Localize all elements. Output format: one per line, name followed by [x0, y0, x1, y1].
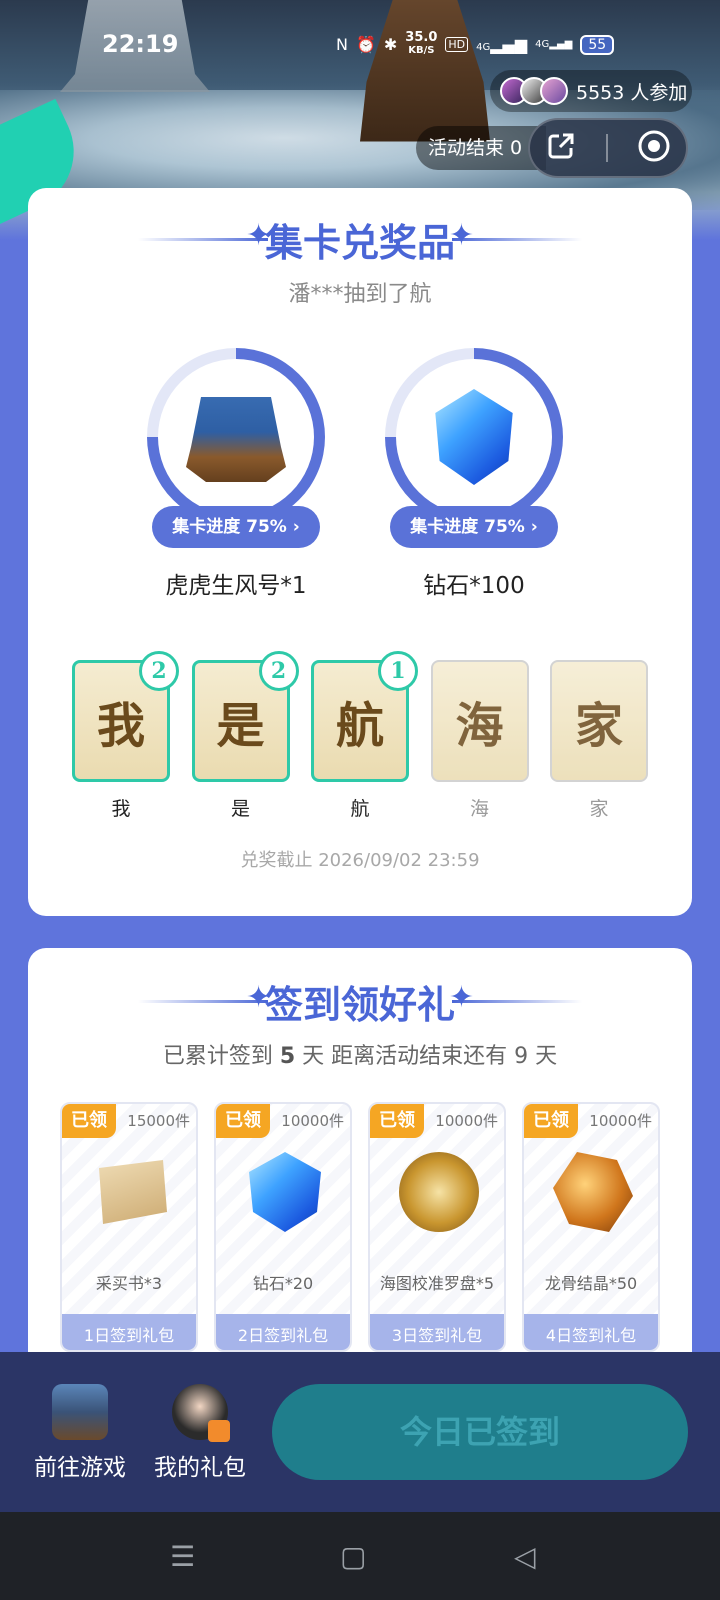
battery-icon: 55 — [580, 34, 615, 55]
character-card[interactable]: 我 2 我 — [72, 651, 179, 821]
ship-icon — [186, 397, 286, 482]
card-face: 海 — [430, 660, 529, 782]
gift-day: 4日签到礼包 — [524, 1314, 658, 1350]
stock-count: 10000件 — [589, 1112, 652, 1130]
gift-name: 采买书*3 — [95, 1274, 163, 1293]
menu-icon[interactable]: ☰ — [170, 1540, 195, 1573]
card-face: 我 2 — [72, 651, 179, 782]
card-face: 航 1 — [311, 651, 418, 782]
miniapp-capsule — [528, 118, 688, 178]
back-icon[interactable]: ◁ — [514, 1540, 536, 1573]
card-count-badge: 2 — [258, 651, 299, 691]
bottom-action-bar: 前往游戏 我的礼包 今日已签到 — [0, 1352, 720, 1512]
claimed-badge: 已领 — [370, 1104, 424, 1138]
activity-end-pill: 活动结束 0 — [416, 126, 546, 170]
character-card[interactable]: 海 海 — [430, 660, 529, 821]
diamond-icon — [435, 389, 513, 485]
character-card[interactable]: 航 1 航 — [311, 651, 418, 821]
gift-card[interactable]: 已领 10000件 龙骨结晶*50 4日签到礼包 — [522, 1102, 660, 1352]
card-face: 家 — [550, 660, 648, 782]
stock-count: 15000件 — [127, 1112, 190, 1130]
card-face: 是 2 — [191, 651, 299, 782]
title-decoration — [452, 1000, 582, 1003]
system-nav-bar: ☰ ▢ ◁ — [0, 1512, 720, 1600]
redeem-deadline: 兑奖截止 2026/09/02 23:59 — [240, 850, 480, 871]
prize-name: 虎虎生风号*1 — [165, 573, 307, 599]
alarm-icon: ⏰ — [355, 35, 376, 54]
bluetooth-icon: ✱ — [383, 35, 398, 54]
avatar — [540, 77, 568, 105]
star-icon: ✦ — [246, 980, 272, 1015]
claimed-badge: 已领 — [216, 1104, 270, 1138]
go-game-button[interactable]: 前往游戏 — [30, 1384, 130, 1482]
nfc-icon: N — [336, 35, 348, 54]
gift-name: 钻石*20 — [252, 1274, 314, 1293]
progress-ring — [147, 348, 325, 526]
prize-item[interactable]: 集卡进度 75% › 钻石*100 — [384, 348, 564, 600]
participant-avatars — [500, 77, 568, 105]
prize-name: 钻石*100 — [423, 573, 525, 599]
gem-icon — [249, 1152, 321, 1232]
status-time: 22:19 — [102, 30, 179, 58]
gift-name: 海图校准罗盘*5 — [379, 1274, 495, 1293]
star-icon: ✦ — [246, 218, 272, 253]
card-label: 航 — [350, 798, 370, 820]
my-gifts-button[interactable]: 我的礼包 — [150, 1384, 250, 1482]
title-decoration — [452, 238, 582, 241]
close-miniapp-icon[interactable] — [637, 129, 671, 168]
signin-summary: 已累计签到 5 天 距离活动结束还有 9 天 — [162, 1044, 558, 1069]
progress-button[interactable]: 集卡进度 75% › — [390, 506, 558, 548]
home-icon[interactable]: ▢ — [340, 1540, 366, 1573]
signal-icon: 4G▂▄▆ — [476, 35, 528, 54]
capsule-divider — [605, 134, 608, 162]
participants-count: 5553 人参加 — [576, 81, 688, 104]
gift-card[interactable]: 已领 10000件 钻石*20 2日签到礼包 — [214, 1102, 352, 1352]
collect-cards-section: ✦ 集卡兑奖品 ✦ 潘***抽到了航 集卡进度 75% › 虎虎生风号*1 集卡… — [28, 188, 692, 916]
stock-count: 10000件 — [281, 1112, 344, 1130]
stock-count: 10000件 — [435, 1112, 498, 1130]
signal-icon-2: 4G▂▄▆ — [535, 39, 573, 50]
signin-gifts: 已领 15000件 采买书*3 1日签到礼包 已领 10000件 钻石*20 2… — [60, 1102, 660, 1352]
gift-day: 1日签到礼包 — [62, 1314, 196, 1350]
section-title: ✦ 签到领好礼 ✦ — [28, 974, 692, 1029]
hd-icon: HD — [445, 37, 469, 52]
draw-ticker: 潘***抽到了航 — [288, 282, 432, 307]
status-icons: N ⏰ ✱ 35.0 KB/S HD 4G▂▄▆ 4G▂▄▆ 55 — [336, 30, 615, 57]
character-card[interactable]: 是 2 是 — [191, 651, 299, 821]
game-icon — [52, 1384, 108, 1440]
signed-today-button[interactable]: 今日已签到 — [272, 1384, 688, 1480]
card-count-badge: 2 — [139, 651, 179, 691]
claimed-badge: 已领 — [524, 1104, 578, 1138]
card-label: 我 — [111, 798, 131, 820]
card-label: 家 — [589, 798, 609, 820]
gift-card[interactable]: 已领 15000件 采买书*3 1日签到礼包 — [60, 1102, 198, 1352]
gift-day: 2日签到礼包 — [216, 1314, 350, 1350]
character-card[interactable]: 家 家 — [550, 660, 648, 821]
section-title: ✦ 集卡兑奖品 ✦ — [28, 212, 692, 267]
status-bar: 22:19 N ⏰ ✱ 35.0 KB/S HD 4G▂▄▆ 4G▂▄▆ 55 — [0, 30, 720, 60]
net-speed: 35.0 KB/S — [405, 30, 438, 56]
character-cards: 我 2 我 是 2 是 航 1 航 海 海 家 家 — [72, 651, 648, 821]
crystal-icon — [553, 1152, 633, 1232]
participants-pill: 5553 人参加 — [490, 70, 692, 112]
gift-card[interactable]: 已领 10000件 海图校准罗盘*5 3日签到礼包 — [368, 1102, 506, 1352]
claimed-badge: 已领 — [62, 1104, 116, 1138]
compass-icon — [399, 1152, 479, 1232]
gift-day: 3日签到礼包 — [370, 1314, 504, 1350]
progress-ring — [385, 348, 563, 526]
share-icon[interactable] — [545, 130, 577, 167]
star-icon: ✦ — [448, 218, 474, 253]
progress-button[interactable]: 集卡进度 75% › — [152, 506, 320, 548]
prize-item[interactable]: 集卡进度 75% › 虎虎生风号*1 — [146, 348, 326, 600]
card-count-badge: 1 — [378, 651, 418, 691]
gift-name: 龙骨结晶*50 — [544, 1274, 638, 1293]
gift-avatar-icon — [172, 1384, 230, 1442]
star-icon: ✦ — [448, 980, 474, 1015]
card-label: 海 — [469, 798, 489, 820]
card-label: 是 — [230, 798, 250, 820]
scroll-icon — [99, 1160, 167, 1224]
